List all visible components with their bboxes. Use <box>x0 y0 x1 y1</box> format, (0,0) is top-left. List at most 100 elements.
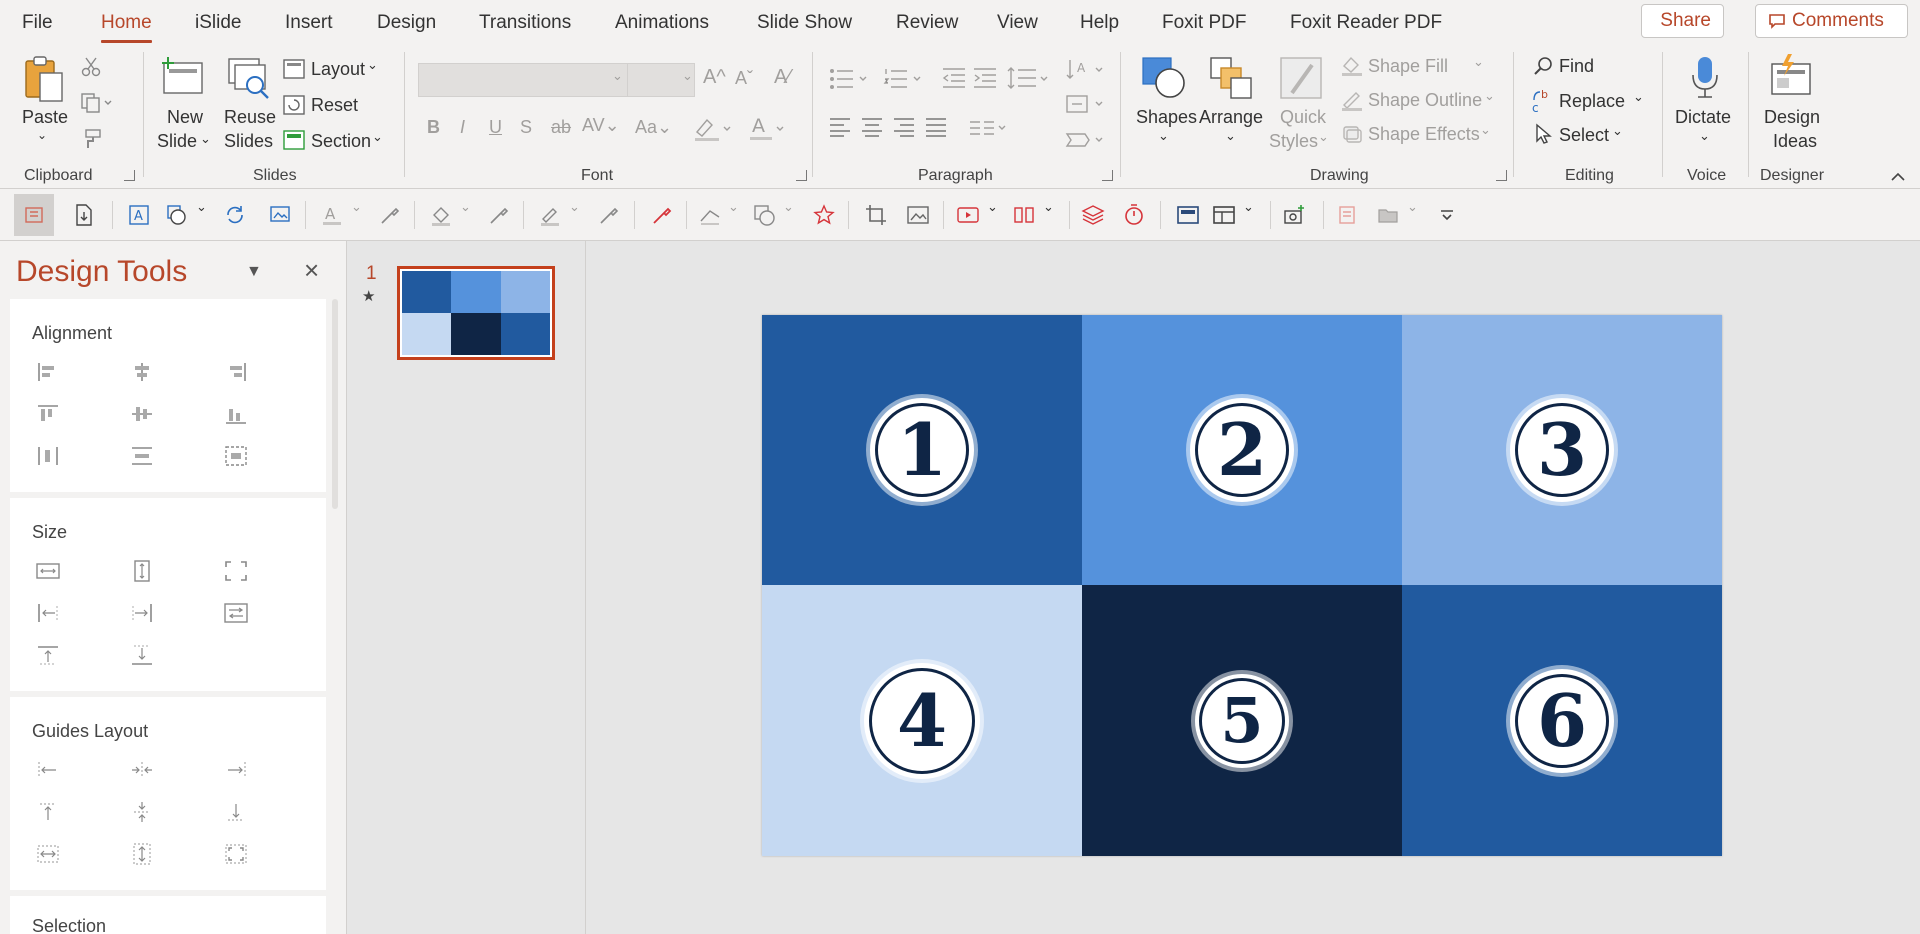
same-width-icon[interactable] <box>36 560 60 582</box>
section-icon[interactable] <box>283 130 305 150</box>
tab-transitions[interactable]: Transitions <box>479 12 571 34</box>
fill-bucket-icon[interactable] <box>429 203 453 227</box>
align-center-horizontal-icon[interactable] <box>130 361 154 383</box>
font-launcher-icon[interactable] <box>796 170 807 181</box>
align-right-edge-icon[interactable] <box>224 361 248 383</box>
numbering-icon[interactable] <box>883 67 923 91</box>
strikethrough-icon[interactable]: ab <box>551 117 571 138</box>
shape-fill-chevron-icon[interactable]: ⌄ <box>1473 54 1484 70</box>
guide-fill-height-icon[interactable] <box>130 843 154 865</box>
text-color-icon[interactable]: A <box>320 203 344 227</box>
reset-icon[interactable] <box>283 95 305 115</box>
layout-label[interactable]: Layout <box>311 59 365 80</box>
share-button[interactable]: Share <box>1641 4 1724 38</box>
increase-font-size-icon[interactable]: A^ <box>703 66 726 89</box>
same-size-icon[interactable] <box>224 560 248 582</box>
tab-home[interactable]: Home <box>101 12 152 43</box>
design-tools-icon[interactable] <box>22 203 46 227</box>
design-ideas-label-1[interactable]: Design <box>1764 107 1820 128</box>
format-shape-icon[interactable] <box>698 203 722 227</box>
dictate-label[interactable]: Dictate <box>1675 107 1731 128</box>
format-painter-icon[interactable] <box>80 128 102 150</box>
clipboard-launcher-icon[interactable] <box>124 170 135 181</box>
section-chevron-icon[interactable]: ⌄ <box>372 129 383 145</box>
align-to-slide-icon[interactable] <box>224 445 248 467</box>
dictate-chevron-icon[interactable]: ⌄ <box>1699 128 1710 144</box>
shape-effect-icon[interactable] <box>752 203 776 227</box>
text-color-chevron-icon[interactable]: ⌄ <box>351 199 362 215</box>
split-table-chevron-icon[interactable]: ⌄ <box>1043 199 1054 215</box>
text-direction-icon[interactable]: A <box>1065 58 1105 82</box>
crop-icon[interactable] <box>864 203 888 227</box>
layout-icon[interactable] <box>283 59 305 79</box>
replace-chevron-icon[interactable]: ⌄ <box>1633 89 1644 105</box>
new-slide-chevron-icon[interactable]: ⌄ <box>200 131 211 147</box>
shapes-icon[interactable] <box>1140 55 1190 101</box>
grid-cell-4[interactable]: 4 <box>762 585 1082 856</box>
layout-chevron-icon[interactable]: ⌄ <box>367 57 378 73</box>
insert-shape-chevron-icon[interactable]: ⌄ <box>196 199 207 215</box>
reuse-slides-icon[interactable] <box>225 55 271 101</box>
shape-effects-icon[interactable] <box>1340 123 1364 145</box>
tab-foxit-pdf[interactable]: Foxit PDF <box>1162 12 1246 34</box>
quick-styles-chevron-icon[interactable]: ⌄ <box>1318 129 1329 145</box>
align-right-icon[interactable] <box>893 117 915 137</box>
font-family-select[interactable] <box>418 63 628 97</box>
eyedropper-fill-icon[interactable] <box>487 203 511 227</box>
timer-icon[interactable] <box>1122 203 1146 227</box>
comments-button[interactable]: Comments <box>1755 4 1908 38</box>
tab-slide-show[interactable]: Slide Show <box>757 12 852 34</box>
guide-align-bottom-icon[interactable] <box>224 801 248 823</box>
highlight-color-icon[interactable] <box>693 116 733 142</box>
guide-align-right-icon[interactable] <box>224 759 248 781</box>
video-icon[interactable] <box>956 203 980 227</box>
select-chevron-icon[interactable]: ⌄ <box>1612 123 1623 139</box>
slide-layout-icon[interactable] <box>1176 203 1200 227</box>
arrange-label[interactable]: Arrange <box>1199 107 1263 128</box>
image-icon[interactable] <box>906 203 930 227</box>
font-family-chevron-icon[interactable]: ⌄ <box>612 68 623 84</box>
grid-layout-icon[interactable] <box>1212 203 1236 227</box>
extend-right-icon[interactable] <box>130 602 154 624</box>
pane-options-chevron-icon[interactable]: ▼ <box>246 263 262 281</box>
guide-fill-all-icon[interactable] <box>224 843 248 865</box>
decrease-font-size-icon[interactable]: Aˇ <box>735 68 753 89</box>
align-left-edge-icon[interactable] <box>36 361 60 383</box>
tab-view[interactable]: View <box>997 12 1038 34</box>
text-box-icon[interactable]: A <box>127 203 151 227</box>
picture-icon[interactable] <box>268 203 292 227</box>
guide-align-top-icon[interactable] <box>36 801 60 823</box>
bold-icon[interactable]: B <box>427 117 440 138</box>
font-color-icon[interactable]: A <box>748 114 788 142</box>
grid-layout-chevron-icon[interactable]: ⌄ <box>1243 199 1254 215</box>
close-icon[interactable]: × <box>304 255 319 286</box>
find-icon[interactable] <box>1533 55 1555 77</box>
quick-styles-icon[interactable] <box>1278 55 1324 101</box>
shape-outline-icon[interactable] <box>1340 89 1364 111</box>
clear-formatting-icon[interactable]: A⁄ <box>774 66 791 89</box>
align-bottom-edge-icon[interactable] <box>224 403 248 425</box>
cut-icon[interactable] <box>80 56 102 78</box>
video-chevron-icon[interactable]: ⌄ <box>987 199 998 215</box>
eyedropper-text-icon[interactable] <box>378 203 402 227</box>
section-label[interactable]: Section <box>311 131 371 152</box>
rotate-refresh-icon[interactable] <box>223 203 247 227</box>
shape-effects-chevron-icon[interactable]: ⌄ <box>1480 122 1491 138</box>
shape-effects-label[interactable]: Shape Effects <box>1368 124 1480 145</box>
drawing-launcher-icon[interactable] <box>1496 170 1507 181</box>
distribute-horizontal-icon[interactable] <box>36 445 60 467</box>
insert-shape-icon[interactable] <box>165 203 189 227</box>
underline-icon[interactable]: U <box>489 117 502 138</box>
slide-thumbnail[interactable] <box>397 266 555 360</box>
reuse-slides-label-1[interactable]: Reuse <box>224 107 276 128</box>
shape-fill-icon[interactable] <box>1340 54 1364 76</box>
paste-icon[interactable] <box>22 55 68 105</box>
shapes-chevron-icon[interactable]: ⌄ <box>1158 128 1169 144</box>
grid-cell-2[interactable]: 2 <box>1082 315 1402 585</box>
grid-cell-5[interactable]: 5 <box>1082 585 1402 856</box>
copy-icon[interactable] <box>80 92 114 114</box>
shape-effect-chevron-icon[interactable]: ⌄ <box>783 199 794 215</box>
new-slide-icon[interactable] <box>160 55 206 97</box>
guide-align-center-icon[interactable] <box>130 759 154 781</box>
pages-icon[interactable] <box>1335 203 1359 227</box>
